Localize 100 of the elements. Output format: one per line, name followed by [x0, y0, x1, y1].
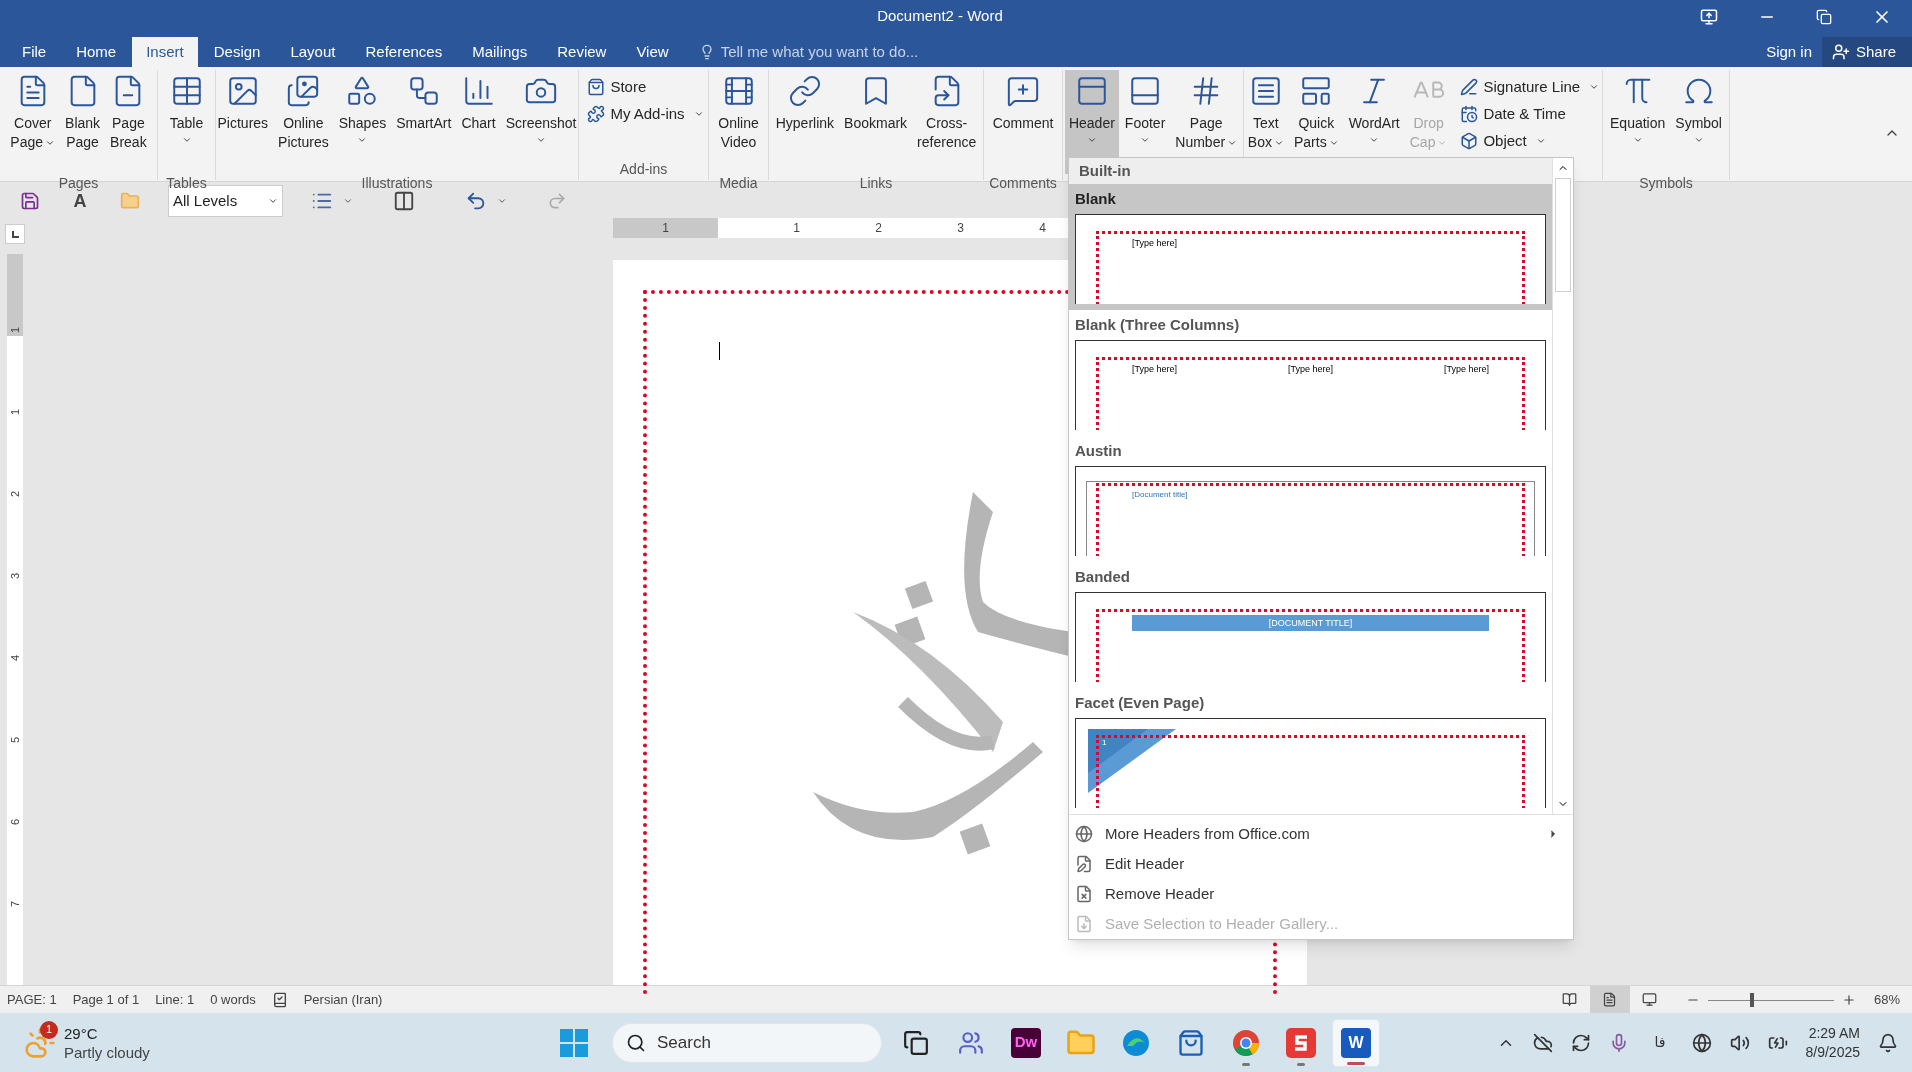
search-field[interactable]: Search	[612, 1022, 882, 1063]
ribbon-button[interactable]: Hyperlink	[771, 70, 839, 174]
caret-icon[interactable]	[497, 196, 507, 206]
ribbon-button[interactable]: Store	[584, 74, 707, 100]
ribbon-tab[interactable]: Insert	[132, 37, 198, 67]
ribbon-tab[interactable]: File	[8, 37, 61, 67]
ribbon-tab[interactable]: Mailings	[458, 37, 542, 67]
caret-icon[interactable]	[343, 196, 353, 206]
page-layout-icon[interactable]	[393, 190, 415, 212]
monitor-icon	[1642, 992, 1658, 1007]
puzzle-icon	[587, 105, 606, 123]
ribbon-tab[interactable]: Design	[199, 37, 275, 67]
ribbon-button[interactable]: Object	[1457, 128, 1603, 154]
zoom-level-text[interactable]: 68%	[1873, 989, 1900, 1010]
ribbon-tab[interactable]: View	[622, 37, 683, 67]
page-number-text: 1	[1102, 737, 1107, 749]
ribbon-button[interactable]: Comment	[988, 70, 1058, 174]
window-title: Document2 - Word	[877, 6, 1003, 27]
gallery-item-title: Banded	[1074, 566, 1131, 587]
zoom-slider[interactable]	[1707, 992, 1834, 1007]
ribbon-button[interactable]: Blank Page	[61, 70, 105, 174]
shopping-bag-icon	[1177, 1028, 1205, 1057]
save-icon[interactable]	[20, 191, 40, 211]
sign-in-link[interactable]: Sign in	[1756, 37, 1822, 67]
ribbon-button[interactable]: My Add-ins	[584, 101, 707, 127]
text-cursor-icon	[719, 342, 720, 360]
ribbon-button[interactable]: Symbol	[1671, 70, 1726, 174]
ribbon-button[interactable]: Date & Time	[1457, 101, 1603, 127]
app-logo-icon	[1286, 1027, 1316, 1058]
ruler-number: 1	[9, 408, 21, 416]
ribbon-button[interactable]: Bookmark	[840, 70, 912, 174]
sync-icon[interactable]	[1570, 1032, 1591, 1053]
ribbon-display-icon[interactable]	[1700, 7, 1718, 26]
wave-circle-icon	[1121, 1027, 1151, 1058]
ribbon-button[interactable]: Shapes	[334, 70, 391, 174]
ribbon-button[interactable]: Equation	[1606, 70, 1670, 174]
clock-time[interactable]: 2:29 AM	[1808, 1023, 1860, 1043]
input-language-text[interactable]: فا	[1646, 1032, 1674, 1053]
ribbon-button[interactable]: Pictures	[213, 70, 273, 174]
group-label: Symbols	[1639, 174, 1693, 192]
scroll-thumb[interactable]	[1555, 178, 1571, 292]
object-icon	[1460, 132, 1479, 150]
group-label: Links	[859, 174, 893, 192]
clock-date[interactable]: 8/9/2025	[1805, 1042, 1860, 1062]
ribbon-button[interactable]: SmartArt	[392, 70, 456, 174]
temperature-text: 29°C	[64, 1023, 99, 1043]
ribbon-button[interactable]: Signature Line	[1457, 74, 1603, 100]
running-indicator	[1347, 1061, 1365, 1065]
menu-item[interactable]: Remove Header	[1069, 879, 1573, 909]
header-preview[interactable]: [Type here]	[1075, 214, 1546, 304]
page-icon	[1602, 992, 1618, 1007]
ribbon-tab[interactable]: Home	[62, 37, 131, 67]
cloud-off-icon[interactable]	[1532, 1032, 1553, 1053]
language-text[interactable]: Persian (Iran)	[303, 989, 383, 1010]
ribbon-tab[interactable]: Layout	[276, 37, 350, 67]
taskbar-app[interactable]: Dw	[1002, 1018, 1050, 1067]
header-preview[interactable]: [Type here] [Type here] [Type here]	[1075, 340, 1546, 430]
ribbon-button[interactable]: Chart	[457, 70, 500, 174]
group-label: Media	[719, 174, 758, 192]
tab-selector-icon[interactable]	[5, 224, 25, 244]
volume-icon[interactable]	[1729, 1032, 1750, 1053]
ribbon-button[interactable]: Page Break	[106, 70, 151, 174]
ribbon-button[interactable]: Screenshot	[501, 70, 581, 174]
placeholder-text: [Type here]	[1288, 363, 1333, 376]
running-indicator	[1297, 1062, 1305, 1066]
task-view-icon	[903, 1029, 929, 1056]
menu-item[interactable]: More Headers from Office.com	[1069, 819, 1573, 849]
globe-icon[interactable]	[1691, 1032, 1712, 1053]
header-preview[interactable]: 1	[1075, 718, 1546, 808]
undo-icon[interactable]	[465, 190, 487, 212]
ruler-number: 6	[9, 818, 21, 826]
proofing-icon[interactable]	[271, 991, 288, 1008]
restore-icon[interactable]	[1816, 8, 1832, 25]
ribbon-button[interactable]: Cover Page	[6, 70, 60, 174]
menu-item[interactable]: Edit Header	[1069, 849, 1573, 879]
ribbon-button[interactable]: Online Video	[714, 70, 763, 174]
zoom-in-icon[interactable]	[1841, 992, 1856, 1007]
scrollbar[interactable]	[1552, 158, 1573, 814]
share-button[interactable]: Share	[1822, 37, 1912, 67]
ribbon-button[interactable]: Cross- reference	[913, 70, 981, 174]
ribbon-tab[interactable]: References	[351, 37, 457, 67]
ruler-number: 2	[875, 220, 882, 237]
view-button[interactable]	[1589, 986, 1630, 1013]
start-icon[interactable]	[560, 1028, 588, 1057]
status-text: 0 words	[210, 990, 256, 1009]
ribbon-tab[interactable]: Review	[543, 37, 621, 67]
taskbar-app[interactable]: W	[1332, 1018, 1380, 1067]
ribbon-button[interactable]: Table	[165, 70, 208, 174]
header-preview[interactable]: [Document title]	[1075, 466, 1546, 556]
slider-thumb[interactable]	[1749, 992, 1754, 1007]
notification-badge: 1	[40, 1020, 58, 1039]
browser-circle-icon	[1231, 1027, 1261, 1058]
group-label: Add-ins	[619, 160, 668, 178]
signature-icon	[1460, 78, 1479, 96]
gallery-item[interactable]: Blank [Type here]	[1069, 184, 1552, 310]
weather-icon[interactable]	[24, 1026, 56, 1059]
notification-bell-icon[interactable]	[1878, 1032, 1898, 1053]
ruler-number: 1	[662, 220, 669, 237]
tell-me-field[interactable]: Tell me what you want to do...	[720, 40, 981, 64]
ribbon-button[interactable]: Online Pictures	[274, 70, 333, 174]
